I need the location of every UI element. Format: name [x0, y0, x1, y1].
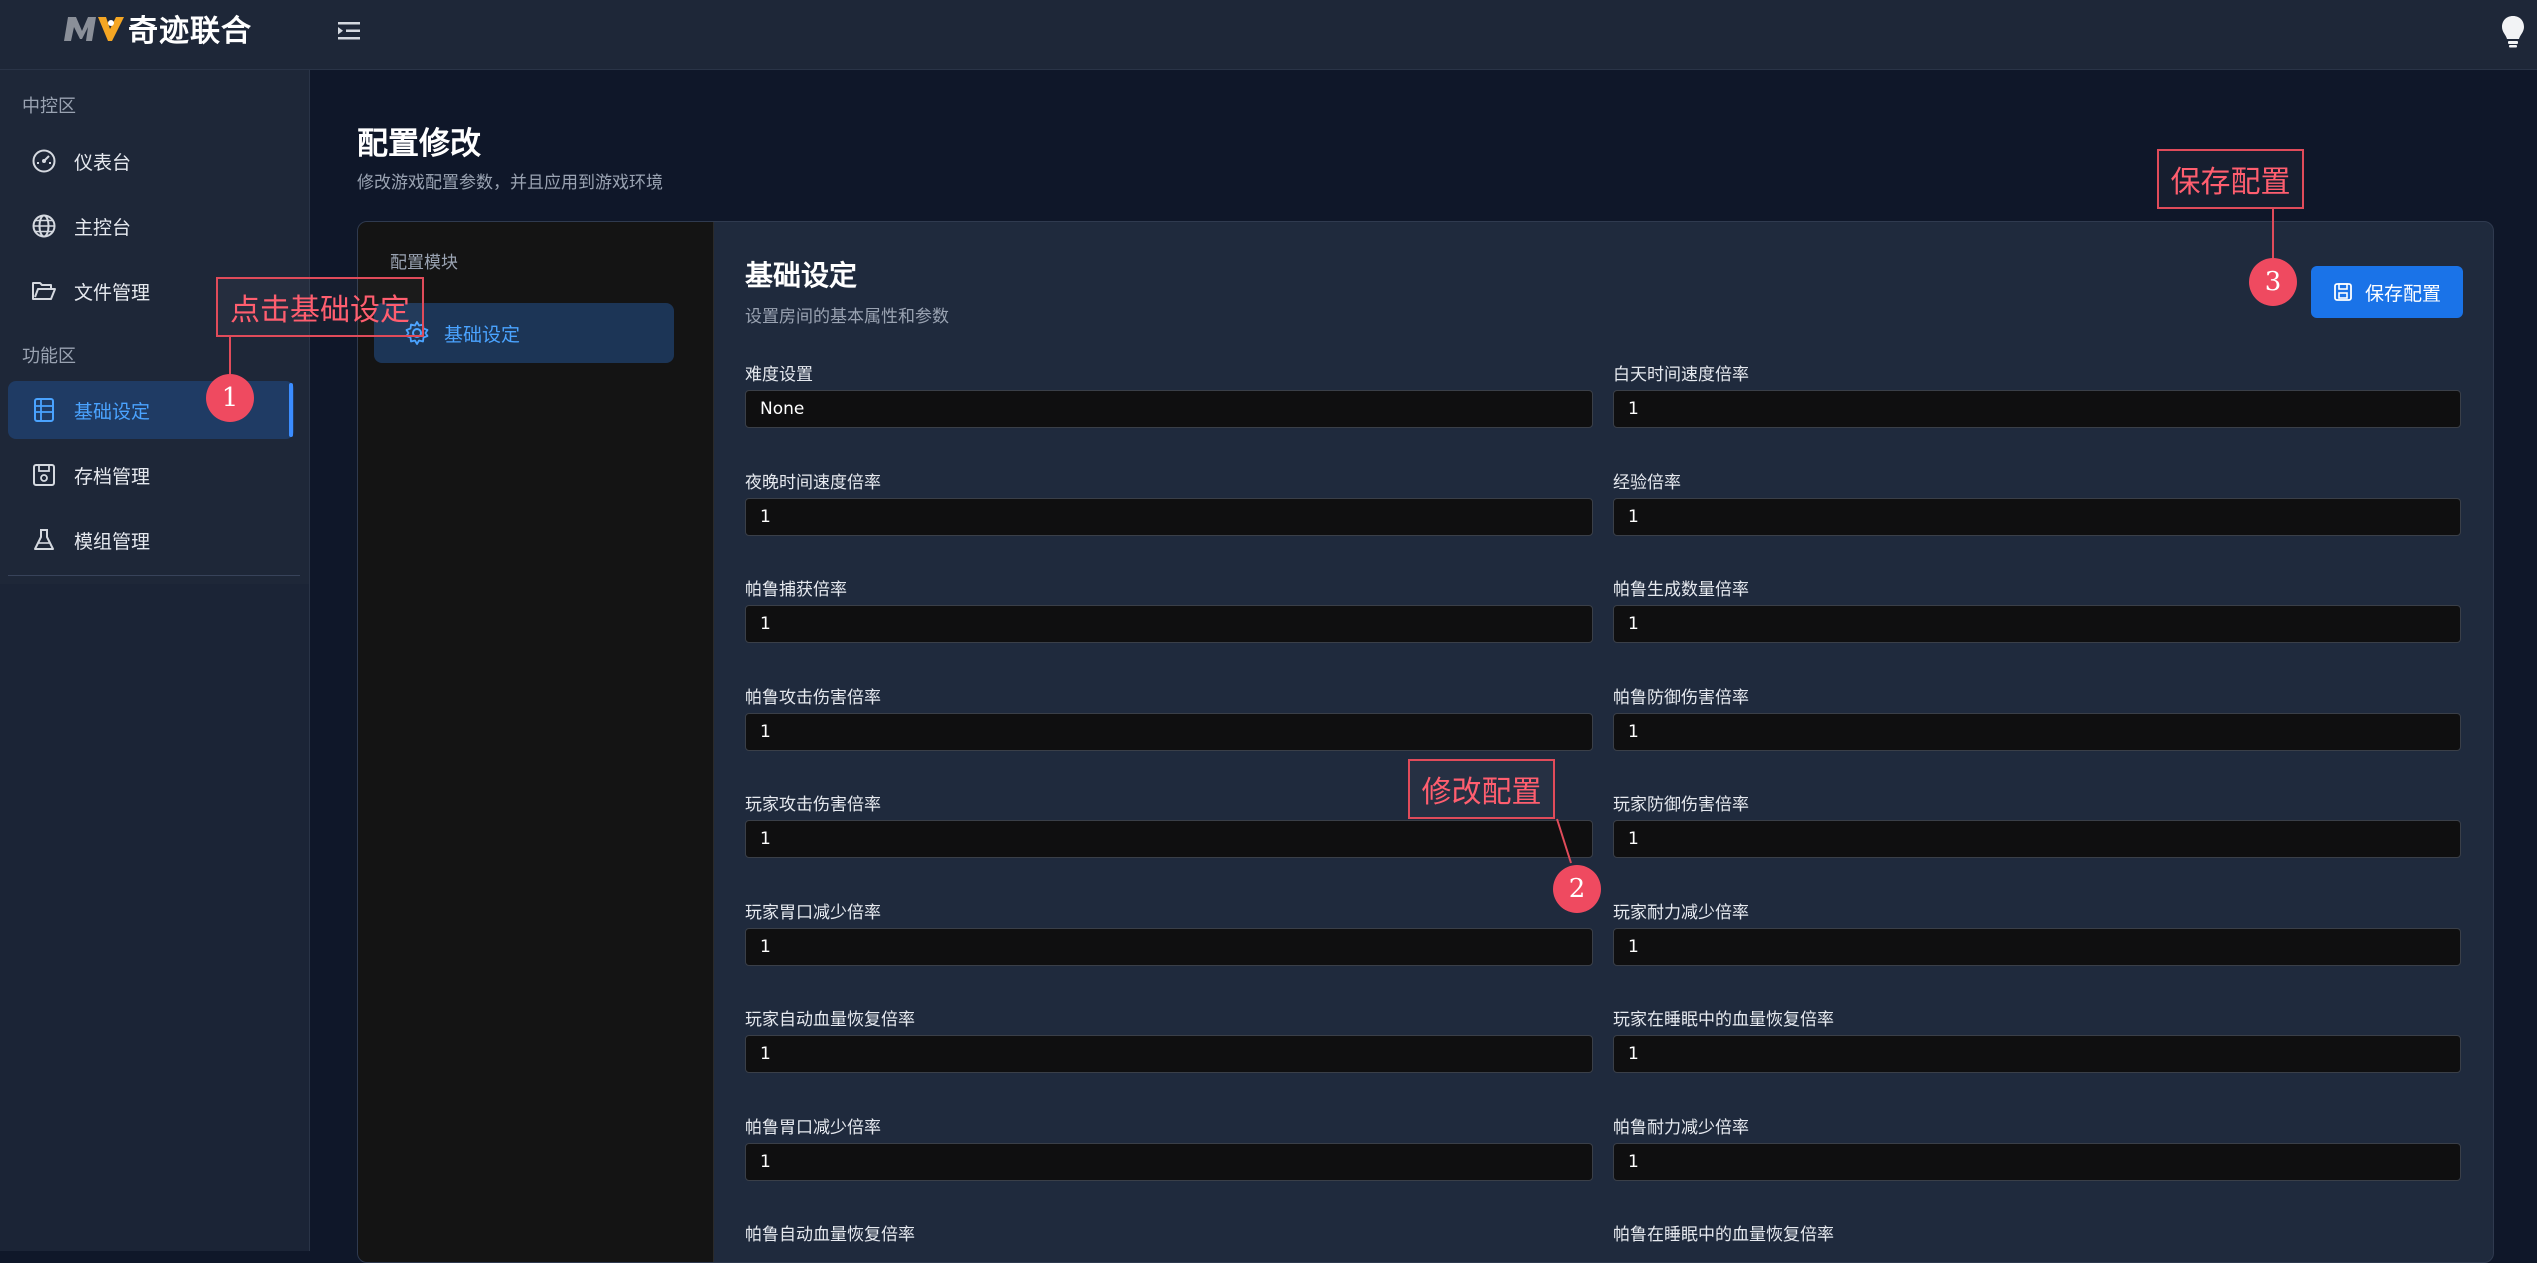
pal-spawn-input[interactable]: [1613, 605, 2461, 643]
sidebar-item-label: 文件管理: [74, 281, 151, 304]
module-panel-label: 配置模块: [390, 253, 458, 273]
annotation-badge-3: 3: [2249, 258, 2297, 306]
field-label: 玩家防御伤害倍率: [1613, 795, 1749, 815]
field-pal-capture: 帕鲁捕获倍率: [745, 575, 1593, 643]
annotation-badge-1: 1: [206, 374, 254, 422]
field-label: 帕鲁耐力减少倍率: [1613, 1118, 1749, 1138]
pal-stamina-input[interactable]: [1613, 1143, 2461, 1181]
field-label: 白天时间速度倍率: [1613, 365, 1749, 385]
field-label: 帕鲁攻击伤害倍率: [745, 688, 881, 708]
sidebar-item-label: 模组管理: [74, 530, 151, 553]
field-label: 玩家在睡眠中的血量恢复倍率: [1613, 1010, 1834, 1030]
day-speed-input[interactable]: [1613, 390, 2461, 428]
pal-defense-input[interactable]: [1613, 713, 2461, 751]
lightbulb-icon[interactable]: [2500, 14, 2526, 48]
field-label: 帕鲁捕获倍率: [745, 580, 847, 600]
globe-icon: [30, 212, 58, 240]
flask-icon: [30, 526, 58, 554]
field-pal-hunger: 帕鲁胃口减少倍率: [745, 1113, 1593, 1181]
field-day-speed: 白天时间速度倍率: [1613, 360, 2461, 428]
annotation-callout-3: 保存配置: [2157, 149, 2304, 209]
field-pal-spawn: 帕鲁生成数量倍率: [1613, 575, 2461, 643]
top-bar: 奇迹联合: [0, 0, 2537, 70]
field-label: 玩家胃口减少倍率: [745, 903, 881, 923]
field-label: 帕鲁胃口减少倍率: [745, 1118, 881, 1138]
config-card: 配置模块 基础设定 基础设定 设置房间的基本属性和参数 保存配置 难度设置 白天…: [357, 221, 2494, 1263]
page-title: 配置修改: [357, 126, 481, 162]
exp-rate-input[interactable]: [1613, 498, 2461, 536]
field-player-sleep-regen: 玩家在睡眠中的血量恢复倍率: [1613, 1005, 2461, 1073]
field-player-hunger: 玩家胃口减少倍率: [745, 898, 1593, 966]
field-player-hp-regen: 玩家自动血量恢复倍率: [745, 1005, 1593, 1073]
field-label: 帕鲁在睡眠中的血量恢复倍率: [1613, 1225, 1834, 1245]
save-disk-icon: [30, 461, 58, 489]
field-night-speed: 夜晚时间速度倍率: [745, 468, 1593, 536]
section-description: 设置房间的基本属性和参数: [745, 307, 949, 327]
sidebar-item-label: 基础设定: [74, 400, 151, 423]
field-pal-attack: 帕鲁攻击伤害倍率: [745, 683, 1593, 751]
page-subtitle: 修改游戏配置参数，并且应用到游戏环境: [357, 173, 663, 193]
field-label: 帕鲁防御伤害倍率: [1613, 688, 1749, 708]
player-attack-input[interactable]: [745, 820, 1593, 858]
module-item-label: 基础设定: [444, 323, 521, 346]
field-difficulty: 难度设置: [745, 360, 1593, 428]
difficulty-input[interactable]: [745, 390, 1593, 428]
gauge-icon: [30, 147, 58, 175]
pal-attack-input[interactable]: [745, 713, 1593, 751]
sidebar-item-mods[interactable]: 模组管理: [8, 511, 294, 569]
sidebar-divider: [8, 575, 300, 576]
player-hp-regen-input[interactable]: [745, 1035, 1593, 1073]
field-player-stamina: 玩家耐力减少倍率: [1613, 898, 2461, 966]
field-exp-rate: 经验倍率: [1613, 468, 2461, 536]
save-config-label: 保存配置: [2364, 282, 2441, 305]
player-sleep-regen-input[interactable]: [1613, 1035, 2461, 1073]
field-label: 玩家耐力减少倍率: [1613, 903, 1749, 923]
field-label: 经验倍率: [1613, 473, 1681, 493]
sidebar-item-console[interactable]: 主控台: [8, 197, 294, 255]
pal-capture-input[interactable]: [745, 605, 1593, 643]
sidebar-item-label: 存档管理: [74, 465, 151, 488]
field-pal-stamina: 帕鲁耐力减少倍率: [1613, 1113, 2461, 1181]
annotation-callout-1: 点击基础设定: [216, 277, 424, 337]
logo-text: 奇迹联合: [128, 14, 252, 49]
save-config-button[interactable]: 保存配置: [2311, 266, 2463, 318]
night-speed-input[interactable]: [745, 498, 1593, 536]
logo-mark-icon: [64, 17, 124, 41]
module-panel: 配置模块 基础设定: [358, 222, 714, 1262]
annotation-leader-2: [1556, 818, 1572, 864]
sidebar-section-title: 功能区: [22, 346, 76, 367]
annotation-badge-2: 2: [1553, 865, 1601, 913]
save-disk-icon: [2333, 281, 2355, 303]
annotation-leader-3: [2272, 209, 2274, 262]
sidebar-item-saves[interactable]: 存档管理: [8, 446, 294, 504]
sidebar-empty-area: [0, 584, 310, 1251]
sidebar-item-label: 主控台: [74, 216, 132, 239]
logo: 奇迹联合: [62, 8, 252, 49]
sidebar-item-label: 仪表台: [74, 151, 132, 174]
sidebar-item-dashboard[interactable]: 仪表台: [8, 132, 294, 190]
field-label: 帕鲁生成数量倍率: [1613, 580, 1749, 600]
folder-open-icon: [30, 277, 58, 305]
list-panel-icon: [30, 396, 58, 424]
field-label: 难度设置: [745, 365, 813, 385]
field-pal-hp-regen: 帕鲁自动血量恢复倍率: [745, 1220, 1593, 1245]
field-pal-sleep-regen: 帕鲁在睡眠中的血量恢复倍率: [1613, 1220, 2461, 1245]
menu-toggle-icon[interactable]: [334, 17, 366, 45]
field-label: 夜晚时间速度倍率: [745, 473, 881, 493]
pal-hunger-input[interactable]: [745, 1143, 1593, 1181]
field-label: 帕鲁自动血量恢复倍率: [745, 1225, 915, 1245]
sidebar-section-title: 中控区: [22, 96, 76, 117]
field-pal-defense: 帕鲁防御伤害倍率: [1613, 683, 2461, 751]
player-hunger-input[interactable]: [745, 928, 1593, 966]
player-stamina-input[interactable]: [1613, 928, 2461, 966]
active-indicator: [289, 383, 293, 437]
section-title: 基础设定: [745, 259, 858, 292]
field-player-defense: 玩家防御伤害倍率: [1613, 790, 2461, 858]
field-label: 玩家自动血量恢复倍率: [745, 1010, 915, 1030]
player-defense-input[interactable]: [1613, 820, 2461, 858]
annotation-callout-2: 修改配置: [1408, 759, 1555, 819]
